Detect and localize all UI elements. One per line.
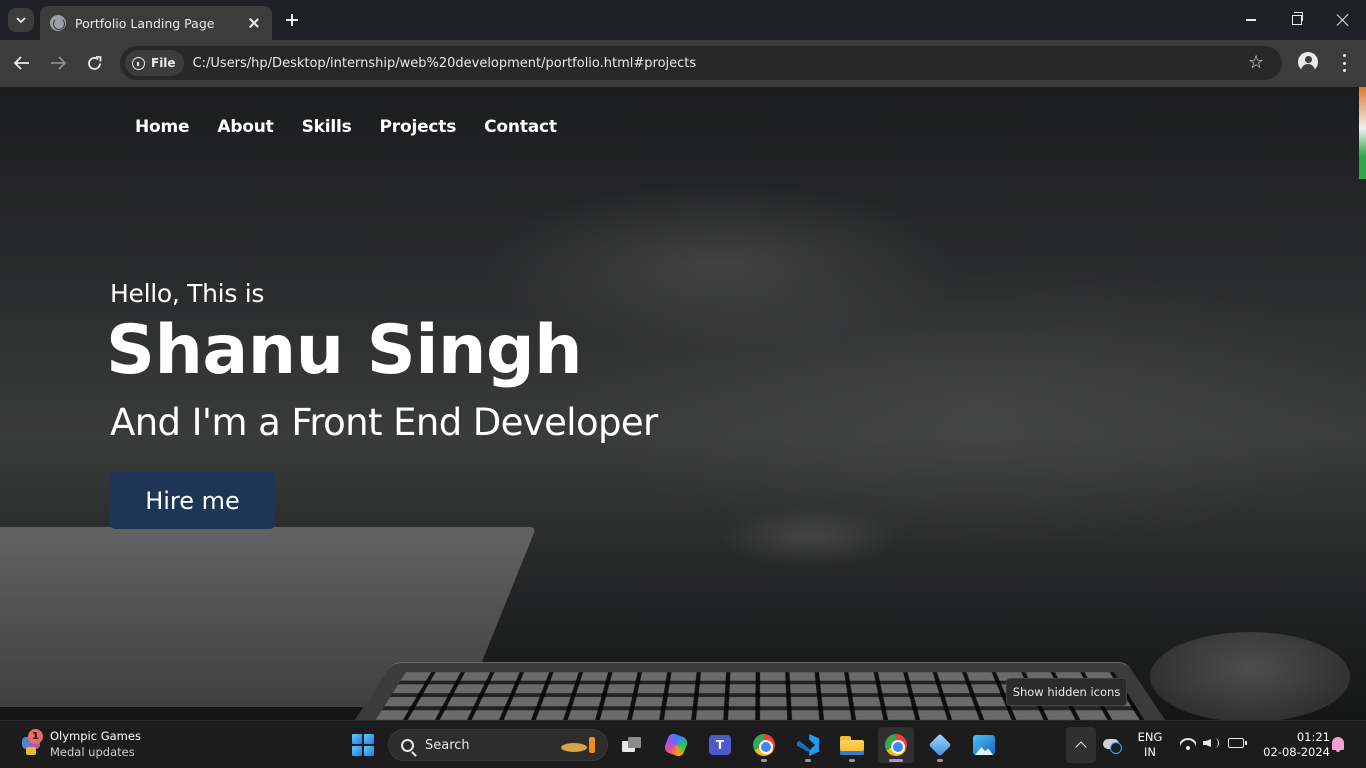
folder-icon bbox=[840, 735, 864, 755]
arrow-left-icon bbox=[14, 56, 29, 70]
browser-toolbar: File C:/Users/hp/Desktop/internship/web%… bbox=[0, 40, 1366, 87]
widget-subtitle: Medal updates bbox=[50, 745, 135, 759]
back-button[interactable] bbox=[7, 48, 37, 78]
notification-bell-icon[interactable] bbox=[1332, 737, 1344, 752]
start-button[interactable] bbox=[352, 734, 374, 756]
onedrive-icon[interactable] bbox=[1103, 739, 1122, 754]
nav-projects-link[interactable]: Projects bbox=[380, 117, 457, 137]
copilot-icon bbox=[663, 732, 689, 758]
file-chip-label: File bbox=[151, 56, 176, 70]
minimize-button[interactable] bbox=[1228, 0, 1274, 40]
file-explorer-button[interactable] bbox=[834, 727, 870, 763]
close-icon bbox=[1336, 13, 1350, 27]
nav-skills-link[interactable]: Skills bbox=[302, 117, 352, 137]
hero-role: And I'm a Front End Developer bbox=[110, 401, 658, 444]
region-code: IN bbox=[1144, 745, 1156, 759]
address-bar[interactable]: File C:/Users/hp/Desktop/internship/web%… bbox=[120, 46, 1282, 80]
show-hidden-icons-tooltip: Show hidden icons bbox=[1006, 678, 1127, 706]
new-tab-button[interactable] bbox=[282, 10, 302, 30]
show-hidden-icons-button[interactable] bbox=[1066, 727, 1096, 763]
hero-greeting: Hello, This is bbox=[110, 279, 265, 308]
widget-title: Olympic Games bbox=[50, 729, 141, 743]
nav-contact-link[interactable]: Contact bbox=[484, 117, 557, 137]
notification-badge: 1 bbox=[28, 729, 43, 744]
close-tab-icon[interactable] bbox=[246, 15, 262, 31]
restore-icon bbox=[1292, 12, 1303, 25]
battery-icon[interactable] bbox=[1228, 738, 1247, 748]
forward-button[interactable] bbox=[43, 48, 73, 78]
browser-window: Portfolio Landing Page File C:/Users/hp/… bbox=[0, 0, 1366, 768]
search-label: Search bbox=[425, 737, 470, 753]
reload-icon bbox=[87, 55, 101, 70]
close-window-button[interactable] bbox=[1320, 0, 1366, 40]
chrome-icon bbox=[885, 734, 907, 756]
nav-about-link[interactable]: About bbox=[217, 117, 273, 137]
teams-icon: T bbox=[709, 735, 731, 755]
virtualbox-button[interactable] bbox=[922, 727, 958, 763]
language-indicator[interactable]: ENG IN bbox=[1133, 730, 1167, 760]
wifi-icon[interactable] bbox=[1180, 736, 1196, 750]
clock[interactable]: 01:21 02-08-2024 bbox=[1256, 730, 1330, 760]
minimize-icon bbox=[1246, 19, 1256, 21]
task-view-button[interactable] bbox=[614, 727, 650, 763]
chrome-icon bbox=[753, 734, 775, 756]
chrome-active-button[interactable] bbox=[878, 727, 914, 763]
task-view-icon bbox=[622, 737, 642, 753]
tab-title: Portfolio Landing Page bbox=[75, 15, 215, 31]
page-viewport: Home About Skills Projects Contact Hello… bbox=[0, 87, 1366, 720]
url-text[interactable]: C:/Users/hp/Desktop/internship/web%20dev… bbox=[193, 56, 697, 71]
cube-icon bbox=[928, 733, 952, 757]
chevron-down-icon bbox=[16, 16, 26, 23]
tab-strip: Portfolio Landing Page bbox=[0, 0, 1366, 40]
windows-taskbar: 1 Olympic Games Medal updates Search T E… bbox=[0, 720, 1366, 768]
photos-button[interactable] bbox=[966, 727, 1002, 763]
globe-icon bbox=[50, 15, 66, 31]
copilot-button[interactable] bbox=[658, 727, 694, 763]
chrome-taskbar-button[interactable] bbox=[746, 727, 782, 763]
widgets-button[interactable]: 1 Olympic Games Medal updates bbox=[20, 729, 141, 759]
search-highlight-icon bbox=[559, 735, 599, 755]
vscode-icon bbox=[797, 734, 819, 756]
nav-home-link[interactable]: Home bbox=[135, 117, 190, 137]
teams-button[interactable]: T bbox=[702, 727, 738, 763]
clock-time: 01:21 bbox=[1296, 730, 1330, 744]
site-navbar: Home About Skills Projects Contact bbox=[135, 117, 585, 137]
bookmark-star-icon[interactable]: ☆ bbox=[1248, 52, 1264, 73]
search-icon bbox=[401, 738, 414, 752]
tab-search-button[interactable] bbox=[8, 8, 34, 32]
clock-date: 02-08-2024 bbox=[1263, 745, 1330, 759]
chevron-up-icon bbox=[1075, 741, 1087, 753]
olympics-widget-icon: 1 bbox=[20, 729, 43, 755]
hire-me-button[interactable]: Hire me bbox=[110, 472, 275, 529]
active-tab[interactable]: Portfolio Landing Page bbox=[40, 6, 272, 40]
profile-avatar-icon[interactable] bbox=[1298, 52, 1318, 72]
language-code: ENG bbox=[1137, 730, 1163, 744]
background-photo-blur bbox=[720, 507, 900, 567]
arrow-right-icon bbox=[51, 56, 66, 70]
site-info-chip[interactable]: File bbox=[125, 50, 184, 76]
vscode-taskbar-button[interactable] bbox=[790, 727, 826, 763]
hero-name: Shanu Singh bbox=[106, 311, 583, 390]
scrollbar-thumb[interactable] bbox=[1359, 87, 1366, 179]
restore-button[interactable] bbox=[1274, 0, 1320, 40]
taskbar-search[interactable]: Search bbox=[388, 729, 608, 761]
info-icon bbox=[132, 56, 145, 70]
kebab-menu-icon[interactable] bbox=[1336, 54, 1352, 72]
volume-icon[interactable] bbox=[1203, 737, 1219, 749]
photos-icon bbox=[973, 735, 995, 755]
background-mouse bbox=[1150, 632, 1350, 720]
reload-button[interactable] bbox=[79, 48, 109, 78]
